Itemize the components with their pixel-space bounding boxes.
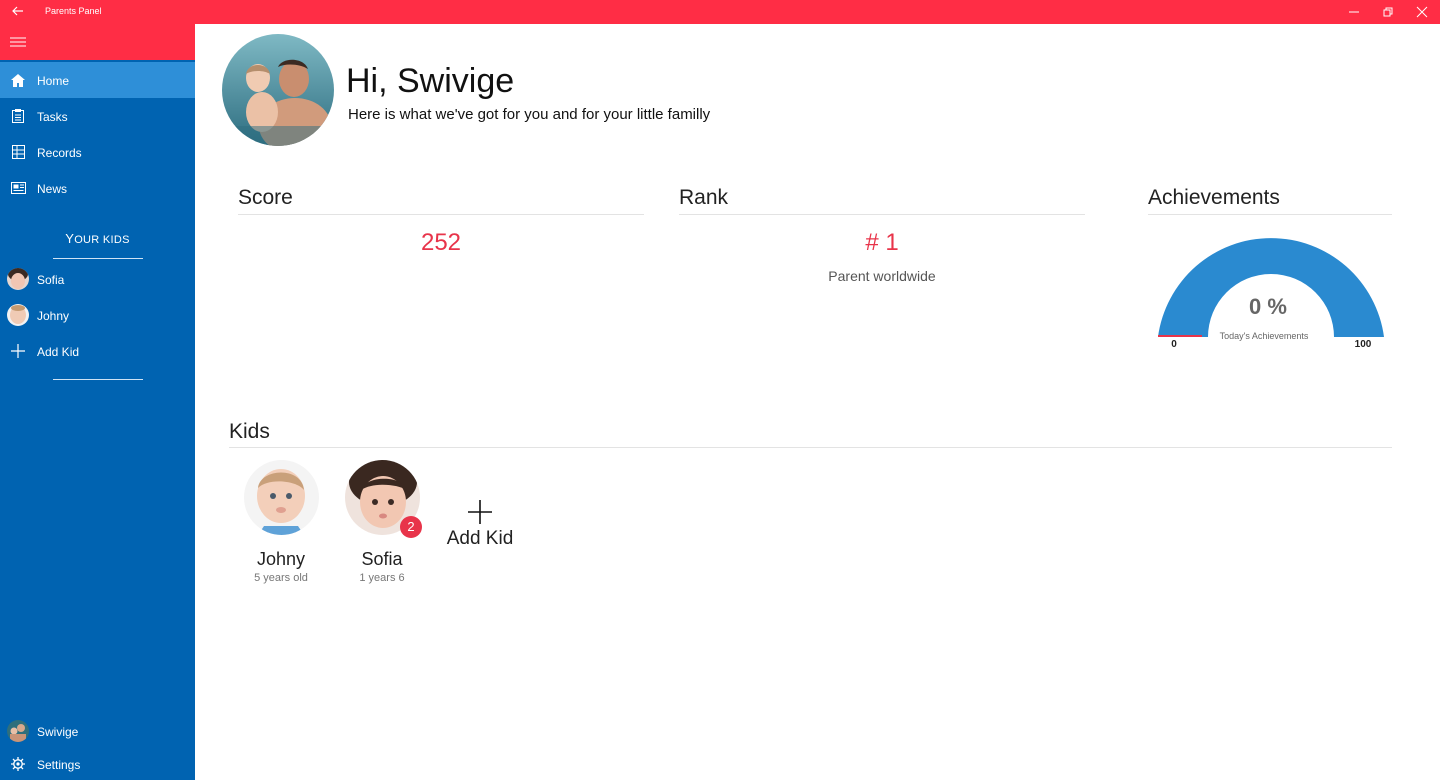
title-bar: Parents Panel bbox=[0, 0, 1440, 24]
divider bbox=[229, 447, 1392, 448]
add-kid-button[interactable]: Add Kid bbox=[0, 333, 195, 369]
plus-icon bbox=[10, 343, 26, 359]
nav-item-label: Home bbox=[37, 74, 70, 88]
achievements-gauge: 0 % Today's Achievements 0 100 bbox=[1152, 220, 1392, 355]
score-value: 252 bbox=[420, 229, 462, 256]
sidebar-item-label: Add Kid bbox=[37, 345, 80, 359]
sidebar-item-profile[interactable]: Swivige bbox=[0, 713, 195, 749]
back-arrow-icon[interactable] bbox=[10, 3, 26, 19]
greeting-subtitle: Here is what we've got for you and for y… bbox=[348, 106, 711, 123]
sidebar-item-label: Settings bbox=[37, 758, 81, 772]
close-button[interactable] bbox=[1405, 0, 1439, 24]
restore-button[interactable] bbox=[1371, 0, 1405, 24]
kid-card-sofia[interactable]: 2 Sofia 1 years 6 bbox=[332, 460, 432, 584]
nav-item-home[interactable]: Home bbox=[0, 62, 195, 98]
gauge-arc bbox=[1158, 238, 1384, 337]
nav-item-label: News bbox=[37, 182, 68, 196]
kid-age: 1 years 6 bbox=[359, 572, 405, 584]
greeting-heading: Hi, Swivige bbox=[346, 62, 515, 100]
gauge-percent: 0 % bbox=[1249, 294, 1287, 319]
gauge-caption: Today's Achievements bbox=[1220, 331, 1309, 341]
kid-name: Sofia bbox=[361, 549, 403, 569]
divider bbox=[238, 214, 644, 215]
hamburger-icon bbox=[10, 37, 26, 47]
news-icon bbox=[10, 180, 26, 196]
add-kid-tile[interactable]: Add Kid bbox=[440, 498, 520, 550]
nav-item-label: Tasks bbox=[37, 110, 68, 124]
clipboard-icon bbox=[10, 108, 26, 124]
records-icon bbox=[10, 144, 26, 160]
rank-heading: Rank bbox=[679, 186, 729, 209]
sidebar-item-label: Johny bbox=[37, 309, 70, 323]
score-heading: Score bbox=[238, 186, 293, 209]
sidebar-item-johny[interactable]: Johny bbox=[0, 297, 195, 333]
kid-card-johny[interactable]: Johny 5 years old bbox=[231, 460, 331, 584]
sidebar-item-sofia[interactable]: Sofia bbox=[0, 261, 195, 297]
gear-icon bbox=[10, 756, 26, 772]
divider bbox=[53, 379, 143, 380]
achievements-heading: Achievements bbox=[1148, 186, 1280, 209]
nav-item-label: Records bbox=[37, 146, 82, 160]
nav-item-news[interactable]: News bbox=[0, 170, 195, 206]
sidebar-item-label: Sofia bbox=[37, 273, 65, 287]
kid-age: 5 years old bbox=[254, 572, 308, 584]
gauge-max-label: 100 bbox=[1355, 339, 1372, 350]
home-icon bbox=[10, 72, 26, 88]
divider bbox=[1148, 214, 1392, 215]
divider bbox=[53, 258, 143, 259]
avatar bbox=[7, 268, 29, 290]
plus-icon bbox=[440, 498, 520, 530]
kids-heading: Kids bbox=[229, 420, 270, 443]
nav-item-tasks[interactable]: Tasks bbox=[0, 98, 195, 134]
sidebar-item-label: Swivige bbox=[37, 725, 79, 739]
your-kids-heading: YOUR KIDS bbox=[65, 231, 130, 246]
avatar bbox=[7, 720, 29, 742]
add-kid-label: Add Kid bbox=[446, 528, 514, 549]
profile-photo bbox=[222, 34, 334, 146]
sidebar-item-settings[interactable]: Settings bbox=[0, 746, 195, 782]
divider bbox=[679, 214, 1085, 215]
kid-photo bbox=[243, 460, 319, 535]
gauge-progress-marker bbox=[1158, 335, 1202, 337]
kid-name: Johny bbox=[256, 549, 306, 569]
app-title: Parents Panel bbox=[45, 6, 102, 16]
rank-note: Parent worldwide bbox=[828, 268, 936, 284]
gauge-min-label: 0 bbox=[1171, 339, 1177, 350]
rank-value: # 1 bbox=[865, 229, 899, 256]
sidebar: Home Tasks Records News YOUR KIDS Sofia … bbox=[0, 24, 195, 780]
hamburger-menu-button[interactable] bbox=[0, 24, 195, 60]
nav-item-records[interactable]: Records bbox=[0, 134, 195, 170]
avatar bbox=[7, 304, 29, 326]
notification-badge: 2 bbox=[400, 516, 422, 538]
minimize-button[interactable] bbox=[1337, 0, 1371, 24]
